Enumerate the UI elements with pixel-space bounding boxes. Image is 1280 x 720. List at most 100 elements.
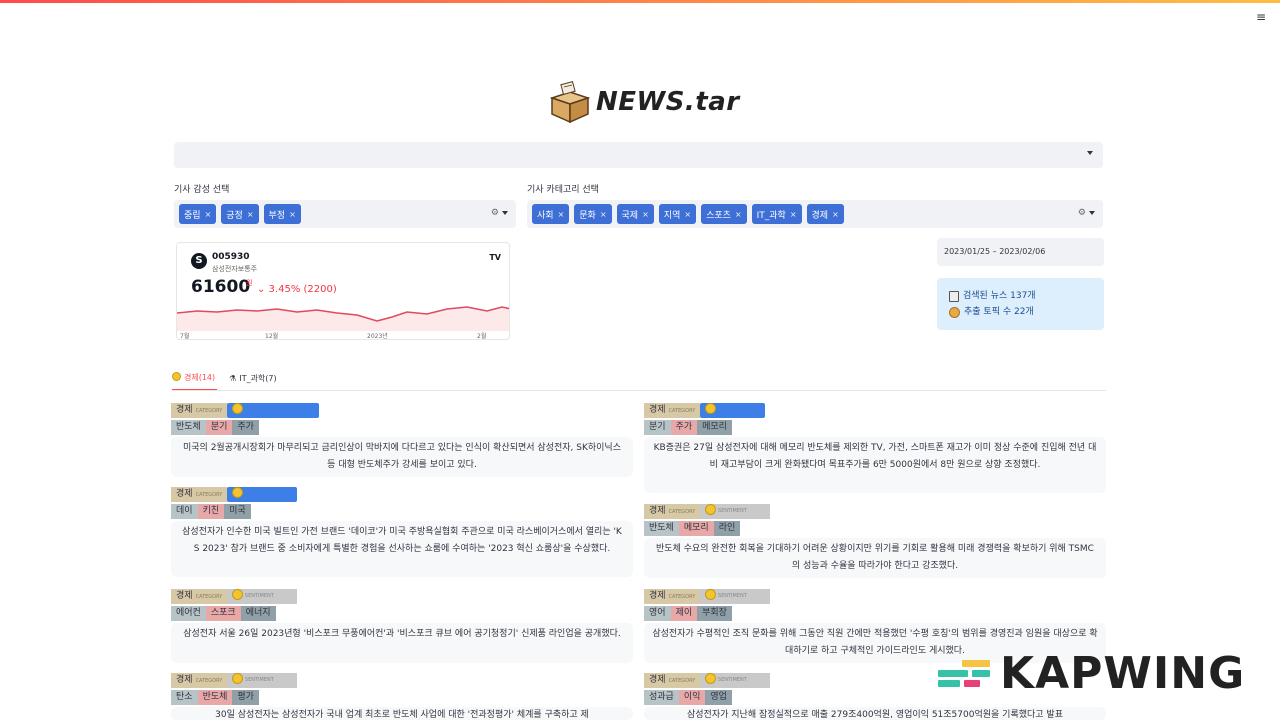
chip-category-culture[interactable]: 문화 × bbox=[574, 204, 612, 224]
keyword-tag: 제이 bbox=[670, 606, 698, 621]
category-badge: 경제 CATEGORY bbox=[171, 673, 228, 688]
news-count: 검색된 뉴스 137개 bbox=[963, 291, 1036, 301]
news-summary: 삼성전자가 인수한 미국 빌트인 가전 브랜드 '데이코'가 미국 주방욕실협회… bbox=[182, 527, 622, 554]
keyword-tag: 라인 bbox=[713, 521, 741, 536]
card-tags: 경제 CATEGORY SENTIMENT bbox=[171, 673, 298, 688]
category-badge: 경제 CATEGORY bbox=[171, 487, 228, 502]
news-summary: 삼성전자 서울 26일 2023년형 '비스포크 무풍에어컨'과 '비스포크 큐… bbox=[183, 629, 621, 639]
sentiment-multiselect[interactable]: 중립 × 긍정 × 부정 × ⚙ bbox=[174, 200, 516, 228]
keyword-tags: 반도체 메모리 라인 bbox=[644, 521, 741, 536]
card-tags: 경제 CATEGORY bbox=[171, 403, 320, 418]
category-badge: 경제 CATEGORY bbox=[644, 504, 701, 519]
stock-tick: 7월 bbox=[180, 333, 190, 340]
sentiment-badge bbox=[700, 403, 766, 418]
date-range-input[interactable]: 2023/01/25 – 2023/02/06 bbox=[937, 238, 1104, 266]
keyword-tags: 분기 주가 메모리 bbox=[644, 420, 732, 435]
chip-category-economy[interactable]: 경제 × bbox=[806, 204, 844, 224]
keyword-tag: 주가 bbox=[670, 420, 698, 435]
keyword-tag: 반도체 bbox=[644, 521, 679, 536]
card-tags: 경제 CATEGORY bbox=[171, 487, 298, 502]
keyword-tag: 데이 bbox=[171, 504, 198, 519]
keyword-tag: 영업 bbox=[705, 690, 732, 705]
chevron-down-icon[interactable] bbox=[1087, 151, 1093, 155]
close-icon[interactable]: × bbox=[558, 210, 565, 219]
close-icon[interactable]: × bbox=[684, 210, 691, 219]
multiselect-tools[interactable]: ⚙ bbox=[1078, 208, 1095, 218]
news-card: 반도체 수요의 완전한 회복을 기대하기 어려운 상황이지만 위기를 기회로 활… bbox=[644, 538, 1106, 578]
close-icon[interactable]: × bbox=[600, 210, 607, 219]
news-summary: 미국의 2월공개시장회가 마무리되고 금리인상이 막바지에 다다르고 있다는 인… bbox=[183, 443, 621, 470]
keyword-tags: 에어컨 스포크 에너지 bbox=[171, 606, 276, 621]
chevron-down-icon[interactable] bbox=[502, 211, 508, 215]
close-icon[interactable]: × bbox=[832, 210, 839, 219]
keyword-tag: 주가 bbox=[232, 420, 259, 435]
keyword-tag: 부회장 bbox=[697, 606, 732, 621]
kapwing-text: KAPWING bbox=[1000, 648, 1246, 699]
neutral-face-icon bbox=[232, 673, 244, 684]
tab-it-science[interactable]: ⚗ IT_과학(7) bbox=[229, 370, 278, 391]
clear-icon[interactable]: ⚙ bbox=[1078, 208, 1086, 218]
sentiment-badge bbox=[227, 487, 298, 502]
keyword-tag: 스포크 bbox=[205, 606, 241, 621]
topic-tabs: 경제(14) ⚗ IT_과학(7) bbox=[172, 370, 279, 391]
keyword-tag: 반도체 bbox=[197, 690, 233, 705]
stock-name: 삼성전자보통주 bbox=[212, 265, 258, 273]
tab-divider bbox=[172, 390, 1106, 391]
news-card: 삼성전자가 인수한 미국 빌트인 가전 브랜드 '데이코'가 미국 주방욕실협회… bbox=[171, 521, 633, 577]
chip-sentiment-neutral[interactable]: 중립 × bbox=[179, 204, 217, 224]
keyword-tag: 에너지 bbox=[240, 606, 276, 621]
summary-info: 검색된 뉴스 137개 추출 토픽 수 22개 bbox=[937, 278, 1104, 330]
stock-tick: 2월 bbox=[477, 333, 487, 340]
top-decoration-bar bbox=[0, 0, 1280, 3]
topic-count: 추출 토픽 수 22개 bbox=[964, 307, 1034, 317]
sentiment-badge bbox=[227, 403, 320, 418]
sentiment-badge: SENTIMENT bbox=[700, 673, 771, 688]
tradingview-logo-icon: TV bbox=[489, 253, 501, 262]
keyword-tag: 에어컨 bbox=[171, 606, 206, 621]
keyword-tags: 영어 제이 부회장 bbox=[644, 606, 732, 621]
smile-icon bbox=[232, 487, 244, 498]
tab-economy[interactable]: 경제(14) bbox=[172, 370, 218, 391]
stock-logo-icon: S bbox=[191, 253, 207, 269]
keyword-tag: 탄소 bbox=[171, 690, 198, 705]
neutral-face-icon bbox=[705, 504, 717, 515]
sentiment-badge: SENTIMENT bbox=[700, 504, 771, 519]
category-badge: 경제 CATEGORY bbox=[644, 403, 701, 418]
close-icon[interactable]: × bbox=[735, 210, 742, 219]
keyword-tag: 메모리 bbox=[678, 521, 714, 536]
smile-icon bbox=[232, 403, 244, 414]
stock-widget[interactable]: S 005930 삼성전자보통주 TV 61600 원 ⌄ 3.45% (220… bbox=[176, 242, 510, 340]
document-icon bbox=[949, 290, 959, 302]
chip-category-society[interactable]: 사회 × bbox=[532, 204, 570, 224]
stock-tick: 2023년 bbox=[367, 333, 388, 340]
chip-category-region[interactable]: 지역 × bbox=[658, 204, 697, 224]
sentiment-badge: SENTIMENT bbox=[227, 589, 298, 604]
keyword-tags: 성과급 이익 영업 bbox=[644, 690, 732, 705]
card-tags: 경제 CATEGORY SENTIMENT bbox=[644, 673, 771, 688]
hamburger-menu-icon[interactable]: ≡ bbox=[1254, 10, 1268, 24]
close-icon[interactable]: × bbox=[790, 210, 797, 219]
chip-category-international[interactable]: 국제 × bbox=[616, 204, 654, 224]
keyword-tag: 메모리 bbox=[697, 420, 732, 435]
news-summary: 30일 삼성전자는 삼성전자가 국내 업계 최초로 반도체 사업에 대한 '전과… bbox=[215, 710, 589, 720]
chip-category-sports[interactable]: 스포츠 × bbox=[701, 204, 747, 224]
card-tags: 경제 CATEGORY SENTIMENT bbox=[644, 589, 771, 604]
chevron-down-icon[interactable] bbox=[1089, 211, 1095, 215]
chip-sentiment-negative[interactable]: 부정 × bbox=[263, 204, 301, 224]
close-icon[interactable]: × bbox=[205, 210, 212, 219]
multiselect-tools[interactable]: ⚙ bbox=[491, 208, 508, 218]
close-icon[interactable]: × bbox=[642, 210, 649, 219]
close-icon[interactable]: × bbox=[289, 210, 296, 219]
category-multiselect[interactable]: 사회 × 문화 × 국제 × 지역 × 스포츠 × IT_과학 × 경제 × ⚙ bbox=[527, 200, 1103, 228]
news-summary: 삼성전자가 지난해 잠정실적으로 매출 279조400억원, 영업이익 51조5… bbox=[687, 710, 1063, 720]
clear-icon[interactable]: ⚙ bbox=[491, 208, 499, 218]
keyword-tag: 분기 bbox=[644, 420, 671, 435]
neutral-face-icon bbox=[705, 673, 717, 684]
keyword-tag: 이익 bbox=[678, 690, 706, 705]
category-badge: 경제 CATEGORY bbox=[644, 673, 701, 688]
stock-tick: 12월 bbox=[265, 333, 279, 340]
chip-category-it-science[interactable]: IT_과학 × bbox=[751, 204, 802, 224]
main-select[interactable] bbox=[174, 142, 1103, 168]
close-icon[interactable]: × bbox=[247, 210, 254, 219]
chip-sentiment-positive[interactable]: 긍정 × bbox=[221, 204, 259, 224]
